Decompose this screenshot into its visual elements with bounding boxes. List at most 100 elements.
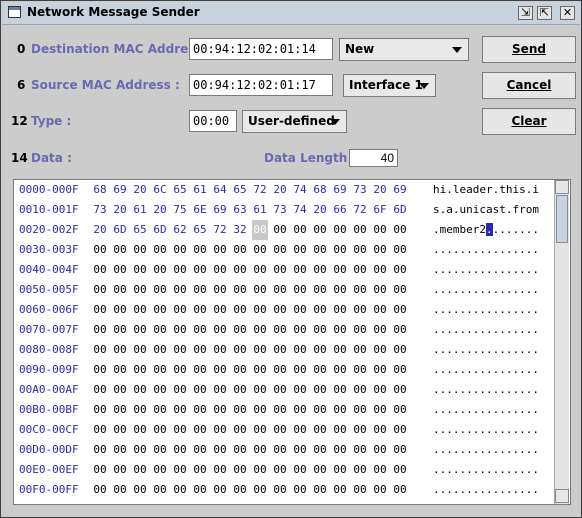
hex-byte[interactable]: 00 bbox=[232, 240, 248, 260]
hex-byte[interactable]: 00 bbox=[352, 240, 368, 260]
hex-byte[interactable]: 72 bbox=[352, 200, 368, 220]
type-field[interactable]: 00:00 bbox=[189, 110, 237, 132]
hex-byte[interactable]: 00 bbox=[212, 460, 228, 480]
hex-byte[interactable]: 00 bbox=[112, 260, 128, 280]
hex-row-ascii[interactable]: ................ bbox=[433, 280, 539, 300]
hex-byte[interactable]: 00 bbox=[332, 280, 348, 300]
hex-byte[interactable]: 00 bbox=[172, 460, 188, 480]
hex-byte[interactable]: 00 bbox=[192, 400, 208, 420]
hex-byte[interactable]: 00 bbox=[252, 220, 268, 240]
hex-byte[interactable]: 00 bbox=[192, 340, 208, 360]
hex-byte[interactable]: 00 bbox=[272, 420, 288, 440]
hex-byte[interactable]: 74 bbox=[292, 200, 308, 220]
hex-byte[interactable]: 00 bbox=[392, 480, 408, 500]
hex-row-ascii[interactable]: s.a.unicast.from bbox=[433, 200, 539, 220]
hex-row-ascii[interactable]: ................ bbox=[433, 480, 539, 500]
hex-byte[interactable]: 00 bbox=[132, 420, 148, 440]
hex-byte[interactable]: 00 bbox=[192, 420, 208, 440]
hex-byte[interactable]: 00 bbox=[292, 480, 308, 500]
hex-byte[interactable]: 00 bbox=[172, 380, 188, 400]
hex-byte[interactable]: 00 bbox=[232, 480, 248, 500]
hex-byte[interactable]: 68 bbox=[92, 180, 108, 200]
hex-byte[interactable]: 00 bbox=[92, 240, 108, 260]
hex-byte[interactable]: 66 bbox=[332, 200, 348, 220]
hex-byte[interactable]: 00 bbox=[232, 280, 248, 300]
hex-byte[interactable]: 00 bbox=[152, 240, 168, 260]
hex-byte[interactable]: 00 bbox=[112, 360, 128, 380]
hex-byte[interactable]: 00 bbox=[172, 360, 188, 380]
hex-byte[interactable]: 00 bbox=[272, 300, 288, 320]
hex-byte[interactable]: 63 bbox=[232, 200, 248, 220]
hex-byte[interactable]: 00 bbox=[272, 380, 288, 400]
hex-byte[interactable]: 00 bbox=[172, 420, 188, 440]
hex-byte[interactable]: 00 bbox=[312, 400, 328, 420]
hex-byte[interactable]: 20 bbox=[372, 180, 388, 200]
hex-byte[interactable]: 00 bbox=[372, 240, 388, 260]
hex-byte[interactable]: 00 bbox=[212, 280, 228, 300]
hex-byte[interactable]: 00 bbox=[352, 400, 368, 420]
hex-byte[interactable]: 64 bbox=[212, 180, 228, 200]
hex-byte[interactable]: 00 bbox=[292, 240, 308, 260]
hex-byte[interactable]: 00 bbox=[272, 240, 288, 260]
hex-byte[interactable]: 00 bbox=[92, 440, 108, 460]
hex-byte[interactable]: 6D bbox=[392, 200, 408, 220]
hex-byte[interactable]: 00 bbox=[212, 440, 228, 460]
hex-byte[interactable]: 00 bbox=[132, 340, 148, 360]
hex-byte[interactable]: 00 bbox=[212, 420, 228, 440]
hex-byte[interactable]: 00 bbox=[192, 300, 208, 320]
hex-byte[interactable]: 00 bbox=[392, 380, 408, 400]
hex-byte[interactable]: 00 bbox=[152, 460, 168, 480]
hex-byte[interactable]: 00 bbox=[332, 420, 348, 440]
hex-byte[interactable]: 00 bbox=[92, 380, 108, 400]
hex-byte[interactable]: 00 bbox=[312, 260, 328, 280]
hex-byte[interactable]: 00 bbox=[192, 260, 208, 280]
hex-byte[interactable]: 00 bbox=[152, 380, 168, 400]
hex-byte[interactable]: 61 bbox=[132, 200, 148, 220]
hex-byte[interactable]: 00 bbox=[112, 240, 128, 260]
hex-byte[interactable]: 00 bbox=[92, 460, 108, 480]
hex-byte[interactable]: 00 bbox=[292, 440, 308, 460]
hex-byte[interactable]: 00 bbox=[252, 380, 268, 400]
hex-byte[interactable]: 00 bbox=[372, 460, 388, 480]
hex-byte[interactable]: 32 bbox=[232, 220, 248, 240]
hex-row-ascii[interactable]: ................ bbox=[433, 380, 539, 400]
hex-byte[interactable]: 00 bbox=[192, 380, 208, 400]
hex-byte[interactable]: 00 bbox=[132, 320, 148, 340]
hex-byte[interactable]: 00 bbox=[272, 400, 288, 420]
hex-byte[interactable]: 00 bbox=[112, 480, 128, 500]
hex-byte[interactable]: 00 bbox=[372, 300, 388, 320]
hex-byte[interactable]: 00 bbox=[392, 360, 408, 380]
hex-byte[interactable]: 6C bbox=[152, 180, 168, 200]
hex-byte[interactable]: 00 bbox=[272, 360, 288, 380]
hex-byte[interactable]: 00 bbox=[372, 400, 388, 420]
hex-byte[interactable]: 73 bbox=[352, 180, 368, 200]
hex-byte[interactable]: 00 bbox=[92, 400, 108, 420]
hex-byte[interactable]: 00 bbox=[232, 340, 248, 360]
hex-byte[interactable]: 00 bbox=[112, 280, 128, 300]
hex-byte[interactable]: 00 bbox=[272, 440, 288, 460]
hex-byte[interactable]: 00 bbox=[132, 260, 148, 280]
hex-byte[interactable]: 62 bbox=[172, 220, 188, 240]
hex-byte[interactable]: 65 bbox=[192, 220, 208, 240]
hex-byte[interactable]: 65 bbox=[172, 180, 188, 200]
hex-row-ascii[interactable]: ................ bbox=[433, 240, 539, 260]
cancel-button[interactable]: Cancel bbox=[482, 72, 576, 99]
hex-byte[interactable]: 00 bbox=[392, 460, 408, 480]
hex-byte[interactable]: 00 bbox=[232, 360, 248, 380]
hex-byte[interactable]: 00 bbox=[212, 380, 228, 400]
hex-byte[interactable]: 6D bbox=[152, 220, 168, 240]
hex-byte[interactable]: 00 bbox=[332, 220, 348, 240]
hex-byte[interactable]: 6D bbox=[112, 220, 128, 240]
hex-byte[interactable]: 00 bbox=[372, 440, 388, 460]
hex-byte[interactable]: 00 bbox=[212, 300, 228, 320]
hex-byte[interactable]: 00 bbox=[212, 480, 228, 500]
hex-row-ascii[interactable]: ................ bbox=[433, 360, 539, 380]
hex-byte[interactable]: 00 bbox=[312, 300, 328, 320]
interface-select[interactable]: Interface 1 bbox=[343, 74, 436, 97]
hex-byte[interactable]: 00 bbox=[272, 220, 288, 240]
hex-byte[interactable]: 00 bbox=[192, 460, 208, 480]
hex-byte[interactable]: 00 bbox=[332, 480, 348, 500]
hex-byte[interactable]: 00 bbox=[392, 220, 408, 240]
hex-byte[interactable]: 00 bbox=[312, 220, 328, 240]
restore-icon[interactable]: ⇲ bbox=[518, 6, 533, 20]
